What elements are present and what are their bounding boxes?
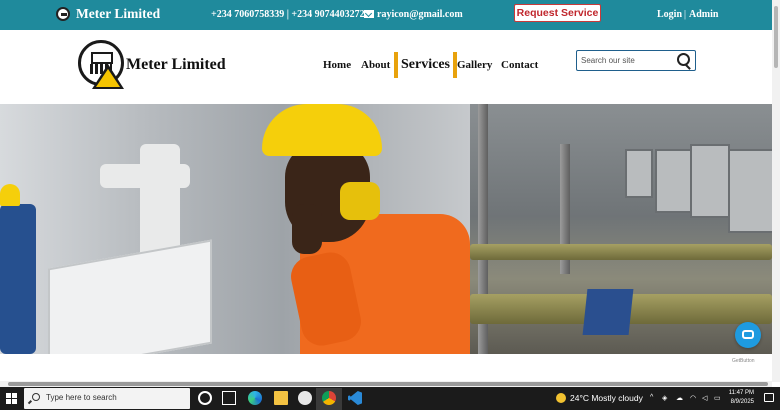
control-panel bbox=[690, 144, 730, 218]
getbutton-credit: GetButton bbox=[732, 358, 755, 364]
search-input[interactable] bbox=[581, 53, 671, 67]
search-icon bbox=[32, 393, 40, 401]
admin-link[interactable]: Admin bbox=[689, 9, 718, 20]
nav-gallery[interactable]: Gallery bbox=[457, 59, 492, 71]
nav-about[interactable]: About bbox=[361, 59, 390, 71]
weather-icon[interactable] bbox=[556, 393, 566, 403]
chrome-icon[interactable] bbox=[322, 391, 336, 405]
hero-banner-image bbox=[0, 104, 772, 354]
battery-icon[interactable]: ▭ bbox=[714, 394, 721, 402]
network-icon[interactable]: ◈ bbox=[662, 394, 667, 402]
left-worker-helmet bbox=[0, 184, 20, 206]
topbar-brand: Meter Limited bbox=[76, 6, 161, 21]
edge-icon[interactable] bbox=[248, 391, 262, 405]
cloud-icon[interactable]: ☁ bbox=[676, 394, 683, 402]
nav-services[interactable]: Services bbox=[401, 57, 450, 72]
pipe-blue-band bbox=[582, 289, 634, 335]
nav-contact[interactable]: Contact bbox=[501, 59, 538, 71]
search-icon[interactable] bbox=[677, 53, 690, 66]
login-admin-separator: | bbox=[684, 9, 687, 20]
chevron-up-icon[interactable]: ^ bbox=[650, 394, 653, 401]
control-panel bbox=[655, 149, 693, 213]
wifi-icon[interactable]: ◠ bbox=[690, 394, 696, 402]
horizontal-scroll-thumb[interactable] bbox=[8, 382, 768, 386]
cortana-icon[interactable] bbox=[198, 391, 212, 405]
nav-services-active[interactable]: Services bbox=[394, 52, 457, 78]
worker-helmet bbox=[262, 104, 382, 156]
system-clock[interactable]: 11:47 PM 8/9/2025 bbox=[724, 389, 754, 407]
site-search bbox=[576, 50, 696, 71]
worker-earmuff bbox=[340, 182, 380, 220]
clock-date: 8/9/2025 bbox=[730, 399, 754, 405]
windows-start-icon[interactable] bbox=[6, 393, 17, 404]
app-icon[interactable] bbox=[298, 391, 312, 405]
task-view-icon[interactable] bbox=[222, 391, 236, 405]
mail-icon bbox=[364, 10, 374, 18]
notification-icon[interactable] bbox=[764, 393, 774, 402]
control-panel bbox=[728, 149, 772, 233]
brand-logo-icon bbox=[56, 7, 70, 21]
volume-icon[interactable]: ◁ bbox=[702, 394, 707, 402]
login-link[interactable]: Login bbox=[657, 9, 682, 20]
topbar-email[interactable]: rayicon@gmail.com bbox=[377, 9, 463, 20]
topbar-phone: +234 7060758339 | +234 9074403272 bbox=[211, 9, 365, 20]
vertical-scroll-thumb[interactable] bbox=[774, 6, 778, 68]
weather-text[interactable]: 24°C Mostly cloudy bbox=[570, 393, 643, 403]
warning-bolt-icon bbox=[92, 64, 124, 89]
site-brand[interactable]: Meter Limited bbox=[126, 56, 226, 74]
nav-home[interactable]: Home bbox=[323, 59, 351, 71]
worker-hand bbox=[292, 204, 322, 254]
file-explorer-icon[interactable] bbox=[274, 391, 288, 405]
control-panel bbox=[625, 149, 653, 198]
request-service-button[interactable]: Request Service bbox=[514, 4, 601, 22]
horizontal-pipe bbox=[470, 244, 772, 260]
taskbar-search-placeholder: Type here to search bbox=[46, 393, 117, 402]
clock-time: 11:47 PM bbox=[728, 390, 754, 396]
chat-widget-button[interactable] bbox=[735, 322, 761, 348]
meter-screen bbox=[91, 52, 113, 64]
robot-arm-joint bbox=[100, 164, 190, 188]
taskbar-search[interactable]: Type here to search bbox=[24, 388, 190, 409]
left-worker bbox=[0, 204, 36, 354]
